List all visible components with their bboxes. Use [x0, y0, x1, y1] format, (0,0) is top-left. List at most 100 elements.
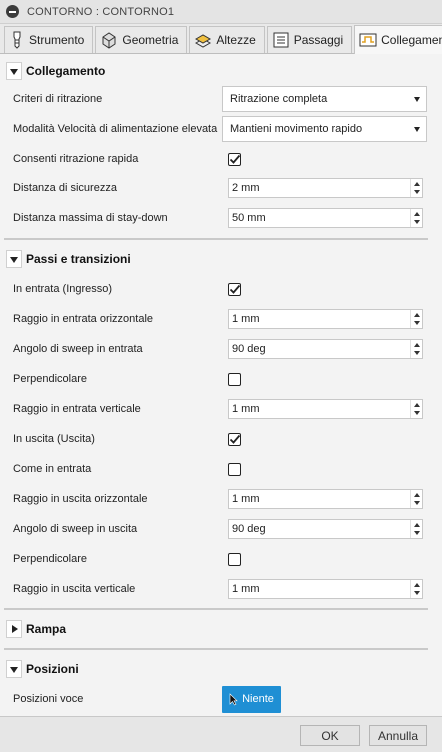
row-raggio-entrata-verticale: Raggio in entrata verticale 1 mm	[0, 394, 442, 424]
numeric-input[interactable]: 1 mm	[228, 399, 423, 419]
field-label: Come in entrata	[13, 463, 92, 475]
collapse-icon[interactable]	[6, 5, 19, 18]
passes-icon	[273, 32, 289, 48]
section-title: Passi e transizioni	[26, 252, 131, 266]
field-label: Perpendicolare	[13, 373, 87, 385]
expand-toggle-icon[interactable]	[6, 250, 22, 268]
expand-toggle-icon[interactable]	[6, 620, 22, 638]
row-angolo-sweep-uscita: Angolo di sweep in uscita 90 deg	[0, 514, 442, 544]
row-perpendicolare-uscita: Perpendicolare	[0, 544, 442, 574]
field-label: Raggio in uscita orizzontale	[13, 493, 148, 505]
numeric-input[interactable]: 1 mm	[228, 579, 423, 599]
distanza-label: Distanza di sicurezza	[13, 182, 117, 194]
tab-collegamento[interactable]: Collegamento	[354, 25, 442, 54]
section-title: Rampa	[26, 622, 67, 636]
select-value: Ritrazione completa	[230, 93, 328, 105]
section-divider	[4, 648, 428, 650]
section-divider	[4, 608, 428, 610]
field-label: In uscita (Uscita)	[13, 433, 95, 445]
input-value: 90 deg	[232, 343, 266, 355]
checkbox[interactable]	[228, 552, 241, 566]
tool-icon	[13, 31, 21, 49]
cancel-button[interactable]: Annulla	[369, 725, 427, 746]
section-title: Posizioni	[26, 662, 79, 676]
spinner-arrows[interactable]	[410, 490, 422, 508]
input-value: 1 mm	[232, 493, 260, 505]
spinner-arrows[interactable]	[410, 340, 422, 358]
field-label: In entrata (Ingresso)	[13, 283, 113, 295]
tab-label: Strumento	[29, 33, 85, 47]
tab-label: Passaggi	[293, 33, 344, 47]
row-posizioni-voce: Posizioni voce Niente	[0, 684, 442, 714]
spinner-arrows[interactable]	[410, 209, 422, 227]
tab-altezze[interactable]: Altezze	[189, 26, 265, 53]
geometry-icon	[102, 32, 116, 49]
spinner-arrows[interactable]	[410, 520, 422, 538]
staydown-label: Distanza massima di stay-down	[13, 212, 168, 224]
title-bar: CONTORNO : CONTORNO1	[0, 0, 442, 24]
checkbox[interactable]	[228, 432, 241, 446]
spinner-arrows[interactable]	[410, 179, 422, 197]
spinner-arrows[interactable]	[410, 400, 422, 418]
check-icon	[229, 154, 241, 164]
row-modalita: Modalità Velocità di alimentazione eleva…	[0, 114, 442, 144]
row-in-uscita: In uscita (Uscita)	[0, 424, 442, 454]
chevron-down-icon	[414, 127, 420, 132]
staydown-input[interactable]: 50 mm	[228, 208, 423, 228]
consenti-label: Consenti ritrazione rapida	[13, 153, 139, 165]
expand-toggle-icon[interactable]	[6, 660, 22, 678]
row-raggio-uscita-verticale: Raggio in uscita verticale 1 mm	[0, 574, 442, 604]
tab-bar: Strumento Geometria Altezze Passaggi Col…	[0, 24, 442, 54]
row-distanza-sicurezza: Distanza di sicurezza 2 mm	[0, 173, 442, 203]
criteri-label: Criteri di ritrazione	[13, 93, 103, 105]
row-perpendicolare-entrata: Perpendicolare	[0, 364, 442, 394]
tab-label: Altezze	[216, 33, 256, 47]
numeric-input[interactable]: 90 deg	[228, 519, 423, 539]
field-label: Perpendicolare	[13, 553, 87, 565]
chevron-down-icon	[414, 97, 420, 102]
distanza-input[interactable]: 2 mm	[228, 178, 423, 198]
linking-icon	[359, 33, 377, 47]
section-collegamento-header[interactable]: Collegamento	[0, 57, 442, 85]
modalita-select[interactable]: Mantieni movimento rapido	[222, 116, 427, 142]
button-label: Niente	[242, 693, 274, 705]
section-rampa-header[interactable]: Rampa	[0, 615, 442, 643]
ok-button[interactable]: OK	[300, 725, 360, 746]
section-divider	[4, 238, 428, 240]
row-raggio-uscita-orizzontale: Raggio in uscita orizzontale 1 mm	[0, 484, 442, 514]
dialog-footer: OK Annulla	[0, 716, 442, 752]
field-label: Raggio in uscita verticale	[13, 583, 136, 595]
field-label: Angolo di sweep in entrata	[13, 343, 143, 355]
spinner-arrows[interactable]	[410, 310, 422, 328]
spinner-arrows[interactable]	[410, 580, 422, 598]
tab-strumento[interactable]: Strumento	[4, 26, 94, 53]
expand-toggle-icon[interactable]	[6, 62, 22, 80]
content-panel: Collegamento Criteri di ritrazione Ritra…	[0, 55, 442, 715]
tab-label: Geometria	[122, 33, 179, 47]
row-criteri-ritrazione: Criteri di ritrazione Ritrazione complet…	[0, 84, 442, 114]
checkbox[interactable]	[228, 372, 241, 386]
input-value: 50 mm	[232, 212, 266, 224]
numeric-input[interactable]: 1 mm	[228, 489, 423, 509]
window-title: CONTORNO : CONTORNO1	[27, 5, 175, 18]
field-label: Raggio in entrata verticale	[13, 403, 141, 415]
check-icon	[229, 434, 241, 444]
tab-passaggi[interactable]: Passaggi	[266, 26, 353, 53]
row-in-entrata: In entrata (Ingresso)	[0, 274, 442, 304]
input-value: 2 mm	[232, 182, 260, 194]
section-posizioni-header[interactable]: Posizioni	[0, 655, 442, 683]
modalita-label: Modalità Velocità di alimentazione eleva…	[13, 123, 218, 135]
posizioni-voce-button[interactable]: Niente	[222, 685, 281, 713]
consenti-checkbox[interactable]	[228, 152, 241, 166]
numeric-input[interactable]: 90 deg	[228, 339, 423, 359]
tab-geometria[interactable]: Geometria	[95, 26, 188, 53]
row-distanza-staydown: Distanza massima di stay-down 50 mm	[0, 203, 442, 233]
input-value: 90 deg	[232, 523, 266, 535]
numeric-input[interactable]: 1 mm	[228, 309, 423, 329]
checkbox[interactable]	[228, 462, 241, 476]
section-passi-header[interactable]: Passi e transizioni	[0, 245, 442, 273]
criteri-select[interactable]: Ritrazione completa	[222, 86, 427, 112]
checkbox[interactable]	[228, 282, 241, 296]
row-come-in-entrata: Come in entrata	[0, 454, 442, 484]
check-icon	[229, 284, 241, 294]
